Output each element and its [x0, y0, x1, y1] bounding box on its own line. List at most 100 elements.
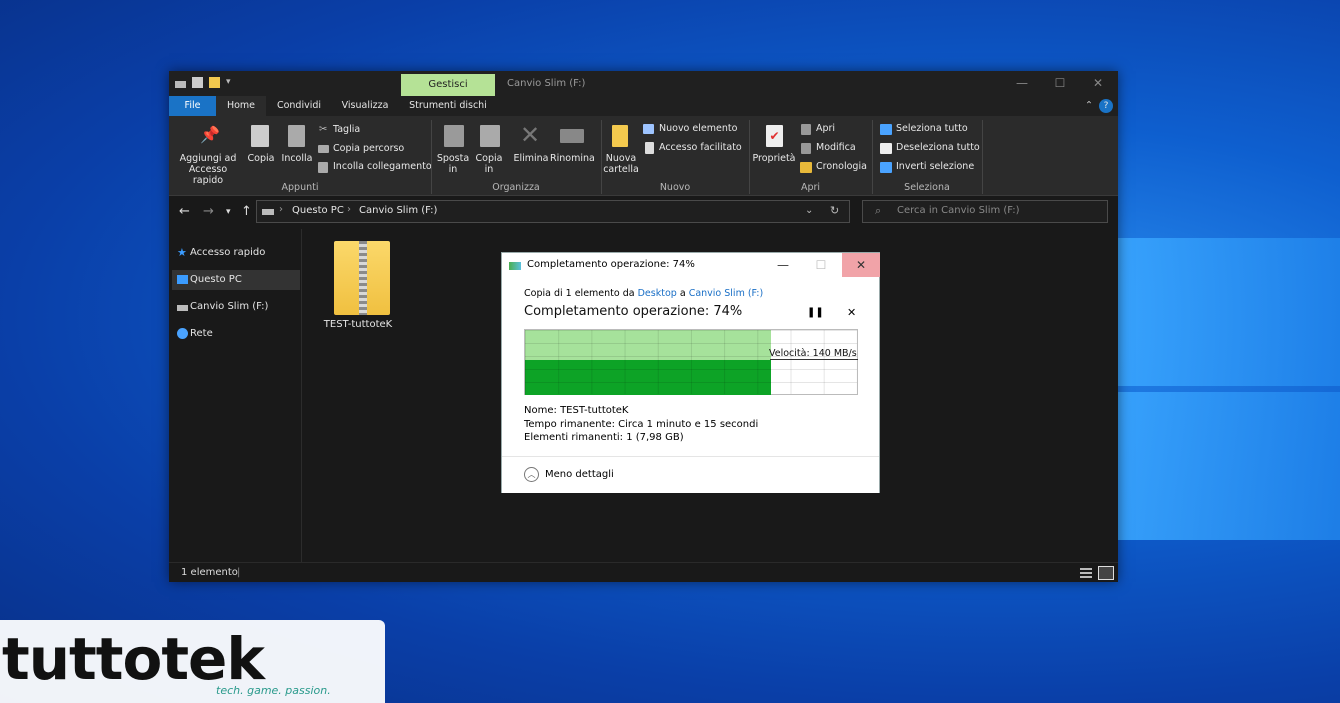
breadcrumb-canvio-slim[interactable]: Canvio Slim (F:) — [359, 205, 437, 216]
name-label: Nome: — [524, 405, 557, 416]
watermark-tagline: tech. game. passion. — [216, 684, 331, 697]
close-button[interactable]: ✕ — [1079, 71, 1117, 96]
paste-shortcut-icon — [318, 162, 328, 173]
info-time-row: Tempo rimanente: Circa 1 minuto e 15 sec… — [524, 419, 758, 430]
group-label-organizza: Organizza — [492, 182, 540, 193]
edit-button[interactable]: Modifica — [816, 142, 856, 154]
dialog-minimize-button[interactable]: — — [764, 253, 802, 277]
dialog-close-button[interactable]: ✕ — [842, 253, 880, 277]
copy-to-icon — [480, 125, 500, 147]
collapse-ribbon-icon[interactable]: ⌃ — [1081, 96, 1097, 116]
dialog-title: Completamento operazione: 74% — [527, 259, 695, 270]
move-to-button[interactable]: Sposta in — [435, 153, 471, 175]
invert-selection-icon — [880, 162, 892, 173]
cut-button[interactable]: Taglia — [333, 124, 360, 136]
delete-button[interactable]: Elimina — [513, 153, 549, 164]
paste-button[interactable]: Incolla — [279, 153, 315, 164]
progress-heading: Completamento operazione: 74% — [524, 304, 743, 319]
tab-condividi[interactable]: Condividi — [266, 96, 332, 116]
select-none-button[interactable]: Deseleziona tutto — [896, 142, 980, 154]
copy-icon — [251, 125, 269, 147]
copy-button[interactable]: Copia — [245, 153, 277, 164]
address-bar[interactable]: › Questo PC › Canvio Slim (F:) ⌄ ↻ — [256, 200, 850, 223]
drive-icon — [262, 209, 274, 215]
details-view-icon[interactable] — [1080, 568, 1092, 578]
copy-path-icon — [318, 145, 329, 153]
chevron-up-icon: ︿ — [524, 467, 539, 482]
select-all-button[interactable]: Seleziona tutto — [896, 123, 968, 135]
properties-button[interactable]: Proprietà — [752, 153, 796, 164]
history-icon — [800, 162, 812, 173]
forward-arrow-icon[interactable]: → — [203, 204, 214, 219]
sidebar-item-questo-pc[interactable]: Questo PC — [172, 270, 300, 290]
tab-strumenti-dischi[interactable]: Strumenti dischi — [401, 96, 495, 116]
status-divider: | — [237, 567, 241, 578]
sidebar-item-canvio-slim[interactable]: Canvio Slim (F:) — [172, 297, 300, 317]
windows-logo-bottom-pane — [1118, 392, 1340, 540]
invert-selection-button[interactable]: Inverti selezione — [896, 161, 974, 173]
speed-line — [770, 359, 858, 360]
copy-to-button[interactable]: Copia in — [471, 153, 507, 175]
customize-chevron-icon[interactable]: ▾ — [226, 77, 231, 88]
history-button[interactable]: Cronologia — [816, 161, 867, 173]
copy-summary-text: Copia di 1 elemento da — [524, 288, 635, 299]
help-icon[interactable]: ? — [1099, 99, 1113, 113]
title-bar: ▾ Gestisci Canvio Slim (F:) — ☐ ✕ — [169, 71, 1118, 96]
copy-path-button[interactable]: Copia percorso — [333, 143, 404, 155]
ribbon-separator — [982, 120, 983, 194]
dialog-footer: ︿ Meno dettagli — [502, 456, 879, 493]
tab-home[interactable]: Home — [216, 96, 266, 116]
open-icon — [801, 124, 811, 135]
watermark-brand: tuttotek — [2, 625, 265, 693]
properties-icon: ✔ — [766, 125, 783, 147]
sidebar-item-label: Rete — [190, 328, 213, 339]
tab-visualizza[interactable]: Visualizza — [332, 96, 398, 116]
destination-link[interactable]: Canvio Slim (F:) — [689, 288, 764, 299]
new-item-button[interactable]: Nuovo elemento — [659, 123, 737, 135]
dialog-maximize-button[interactable]: ☐ — [802, 253, 840, 277]
sidebar-item-accesso-rapido[interactable]: ★ Accesso rapido — [172, 243, 300, 263]
zip-folder-icon — [334, 241, 390, 315]
copy-summary: Copia di 1 elemento da Desktop a Canvio … — [524, 288, 763, 299]
search-input[interactable]: ⌕ Cerca in Canvio Slim (F:) — [862, 200, 1108, 223]
paste-shortcut-button[interactable]: Incolla collegamento — [333, 161, 432, 173]
group-label-nuovo: Nuovo — [659, 182, 691, 193]
address-history-chevron-icon[interactable]: ⌄ — [805, 205, 813, 216]
new-folder-icon[interactable] — [209, 77, 220, 88]
large-icons-view-icon[interactable] — [1098, 566, 1114, 580]
back-arrow-icon[interactable]: ← — [179, 204, 190, 219]
easy-access-button[interactable]: Accesso facilitato — [659, 142, 742, 154]
less-details-label: Meno dettagli — [545, 469, 614, 480]
search-icon: ⌕ — [875, 204, 882, 217]
context-tab-gestisci[interactable]: Gestisci — [401, 74, 495, 96]
file-item[interactable]: TEST-tuttoteK — [323, 239, 393, 333]
info-items-row: Elementi rimanenti: 1 (7,98 GB) — [524, 432, 684, 443]
pause-button[interactable]: ❚❚ — [807, 307, 824, 318]
drive-icon — [175, 80, 186, 88]
up-arrow-icon[interactable]: ↑ — [241, 204, 252, 219]
quick-access-toolbar: ▾ — [175, 77, 231, 88]
cancel-button[interactable]: ✕ — [847, 306, 856, 319]
maximize-button[interactable]: ☐ — [1041, 71, 1079, 96]
transfer-speed-graph: Velocità: 140 MB/s — [524, 329, 858, 395]
less-details-button[interactable]: ︿ Meno dettagli — [524, 467, 614, 482]
tab-file[interactable]: File — [169, 96, 216, 116]
open-button[interactable]: Apri — [816, 123, 835, 135]
copy-operation-icon — [509, 262, 521, 270]
minimize-button[interactable]: — — [1003, 71, 1041, 96]
sidebar-item-label: Accesso rapido — [190, 247, 266, 258]
new-folder-button[interactable]: Nuova cartella — [603, 153, 639, 175]
search-placeholder: Cerca in Canvio Slim (F:) — [897, 205, 1020, 216]
source-link[interactable]: Desktop — [638, 288, 677, 299]
sidebar-item-rete[interactable]: Rete — [172, 324, 300, 344]
windows-logo-top-pane — [1118, 238, 1340, 386]
status-item-count: 1 elemento — [181, 567, 238, 578]
rename-button[interactable]: Rinomina — [550, 153, 595, 164]
edit-icon — [801, 143, 811, 154]
items-label: Elementi rimanenti: — [524, 432, 624, 443]
refresh-icon[interactable]: ↻ — [830, 204, 839, 217]
speed-label: Velocità: 140 MB/s — [769, 348, 857, 359]
recent-locations-chevron-icon[interactable]: ▾ — [226, 207, 231, 217]
breadcrumb-questo-pc[interactable]: Questo PC — [292, 205, 344, 216]
properties-icon[interactable] — [192, 77, 203, 88]
